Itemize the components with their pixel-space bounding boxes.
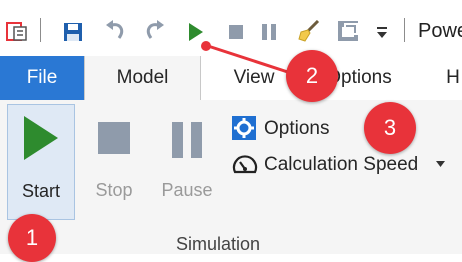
start-button[interactable]: Start — [7, 104, 75, 220]
stop-button[interactable]: Stop — [84, 104, 144, 220]
calculation-speed-dropdown[interactable]: Calculation Speed — [232, 150, 452, 180]
start-label: Start — [21, 181, 60, 201]
pause-button[interactable]: Pause — [156, 104, 218, 220]
callout-badge-1: 1 — [8, 214, 56, 262]
pause-label: Pause — [161, 180, 213, 200]
pause-icon — [172, 122, 202, 158]
pbix-file-icon[interactable] — [6, 22, 28, 47]
simulation-group-label: Simulation — [176, 234, 261, 254]
qat-separator — [404, 18, 405, 42]
play-icon — [24, 116, 58, 160]
undo-icon[interactable] — [104, 20, 126, 49]
options-button[interactable]: Options — [232, 114, 352, 144]
calculation-speed-label: Calculation Speed — [264, 154, 419, 175]
chevron-down-icon — [436, 161, 445, 167]
tab-help[interactable]: H — [438, 56, 462, 100]
callout-badge-2: 2 — [286, 50, 338, 102]
save-icon[interactable] — [63, 22, 83, 47]
callout-badge-3: 3 — [364, 102, 416, 154]
window-title: Powe — [418, 20, 462, 42]
window-icon[interactable] — [337, 20, 359, 47]
stop-icon — [98, 122, 130, 154]
gear-icon — [232, 116, 256, 140]
customize-dropdown-icon[interactable] — [376, 26, 388, 44]
speedometer-icon — [232, 155, 258, 174]
tab-file[interactable]: File — [0, 56, 84, 100]
redo-icon[interactable] — [144, 20, 166, 49]
options-label: Options — [264, 118, 330, 139]
qat-separator — [40, 18, 41, 42]
stop-label: Stop — [95, 180, 133, 200]
tab-model[interactable]: Model — [84, 56, 201, 100]
